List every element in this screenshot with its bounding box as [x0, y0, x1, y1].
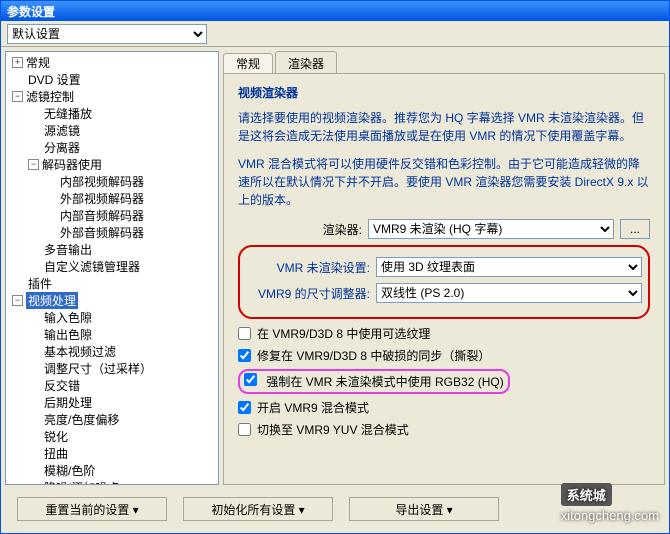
tree-item[interactable]: 输入色隙: [6, 309, 218, 326]
check-row: 切换至 VMR9 YUV 混合模式: [238, 421, 650, 438]
tree-item[interactable]: 分离器: [6, 139, 218, 156]
tree-item[interactable]: −滤镜控制: [6, 88, 218, 105]
renderer-more-button[interactable]: ...: [620, 219, 650, 239]
tree-item[interactable]: 无缝播放: [6, 105, 218, 122]
chk-label: 修复在 VMR9/D3D 8 中破损的同步（撕裂）: [257, 347, 490, 364]
description-1: 请选择要使用的视频渲染器。推荐您为 HQ 字幕选择 VMR 未渲染渲染器。但是这…: [238, 109, 650, 145]
tree-item[interactable]: 调整尺寸（过采样）: [6, 360, 218, 377]
tab-content: 视频渲染器 请选择要使用的视频渲染器。推荐您为 HQ 字幕选择 VMR 未渲染渲…: [223, 73, 665, 485]
tree-item[interactable]: DVD 设置: [6, 71, 218, 88]
export-button[interactable]: 导出设置 ▾: [349, 497, 499, 521]
tree-item-video-processing[interactable]: −视频处理: [6, 292, 218, 309]
tree-item[interactable]: 外部音频解码器: [6, 224, 218, 241]
tab-bar: 常规 渲染器: [223, 51, 665, 73]
highlight-red: VMR 未渲染设置: 使用 3D 纹理表面 VMR9 的尺寸调整器: 双线性 (…: [238, 245, 650, 319]
renderer-label: 渲染器:: [238, 221, 368, 238]
tree-item[interactable]: 源滤镜: [6, 122, 218, 139]
chk-force-rgb32[interactable]: [244, 373, 257, 386]
tree-item[interactable]: −解码器使用: [6, 156, 218, 173]
toolbar: 默认设置: [1, 21, 669, 47]
chk-alt-texture[interactable]: [238, 327, 251, 340]
tree-item[interactable]: 基本视频过滤: [6, 343, 218, 360]
description-2: VMR 混合模式将可以使用硬件反交错和色彩控制。由于它可能造成轻微的降速所以在默…: [238, 155, 650, 209]
tree-item[interactable]: 模糊/色阶: [6, 462, 218, 479]
tree-item[interactable]: 降噪/添加噪点: [6, 479, 218, 485]
tree-item[interactable]: +常规: [6, 54, 218, 71]
tree-item[interactable]: 内部视频解码器: [6, 173, 218, 190]
check-row: 在 VMR9/D3D 8 中使用可选纹理: [238, 325, 650, 342]
vmr-unrendered-select[interactable]: 使用 3D 纹理表面: [376, 257, 642, 277]
chk-repair-sync[interactable]: [238, 349, 251, 362]
renderer-select[interactable]: VMR9 未渲染 (HQ 字幕): [368, 219, 614, 239]
tab-renderer[interactable]: 渲染器: [275, 51, 337, 73]
reset-all-button[interactable]: 初始化所有设置 ▾: [183, 497, 333, 521]
tab-general[interactable]: 常规: [223, 53, 273, 73]
settings-tree[interactable]: +常规 DVD 设置 −滤镜控制 无缝播放 源滤镜 分离器 −解码器使用 内部视…: [5, 51, 219, 485]
vmr9-resizer-select[interactable]: 双线性 (PS 2.0): [376, 283, 642, 303]
chk-label: 开启 VMR9 混合模式: [257, 399, 369, 416]
group-title: 视频渲染器: [238, 84, 650, 101]
tree-item[interactable]: 输出色隙: [6, 326, 218, 343]
tree-item[interactable]: 多音输出: [6, 241, 218, 258]
check-row: 开启 VMR9 混合模式: [238, 399, 650, 416]
vmr-unrendered-label: VMR 未渲染设置:: [246, 259, 376, 276]
tree-item[interactable]: 亮度/色度偏移: [6, 411, 218, 428]
reset-current-button[interactable]: 重置当前的设置 ▾: [17, 497, 167, 521]
check-row: 修复在 VMR9/D3D 8 中破损的同步（撕裂）: [238, 347, 650, 364]
chk-label: 切换至 VMR9 YUV 混合模式: [257, 421, 409, 438]
chk-enable-vmr9-mix[interactable]: [238, 401, 251, 414]
watermark: 系统城 xitongcheng.com: [561, 483, 659, 523]
tree-item[interactable]: 后期处理: [6, 394, 218, 411]
tree-item[interactable]: 锐化: [6, 428, 218, 445]
tree-item[interactable]: 反交错: [6, 377, 218, 394]
tree-item[interactable]: 外部视频解码器: [6, 190, 218, 207]
tree-item[interactable]: 内部音频解码器: [6, 207, 218, 224]
tree-item[interactable]: 插件: [6, 275, 218, 292]
vmr9-resizer-label: VMR9 的尺寸调整器:: [246, 285, 376, 302]
chk-label: 强制在 VMR 未渲染模式中使用 RGB32 (HQ): [266, 375, 503, 389]
tree-item[interactable]: 自定义滤镜管理器: [6, 258, 218, 275]
preset-dropdown[interactable]: 默认设置: [7, 24, 207, 44]
check-row: 强制在 VMR 未渲染模式中使用 RGB32 (HQ): [238, 369, 650, 394]
chk-label: 在 VMR9/D3D 8 中使用可选纹理: [257, 325, 430, 342]
chk-switch-yuv[interactable]: [238, 423, 251, 436]
tree-item[interactable]: 扭曲: [6, 445, 218, 462]
titlebar: 参数设置: [1, 1, 669, 21]
